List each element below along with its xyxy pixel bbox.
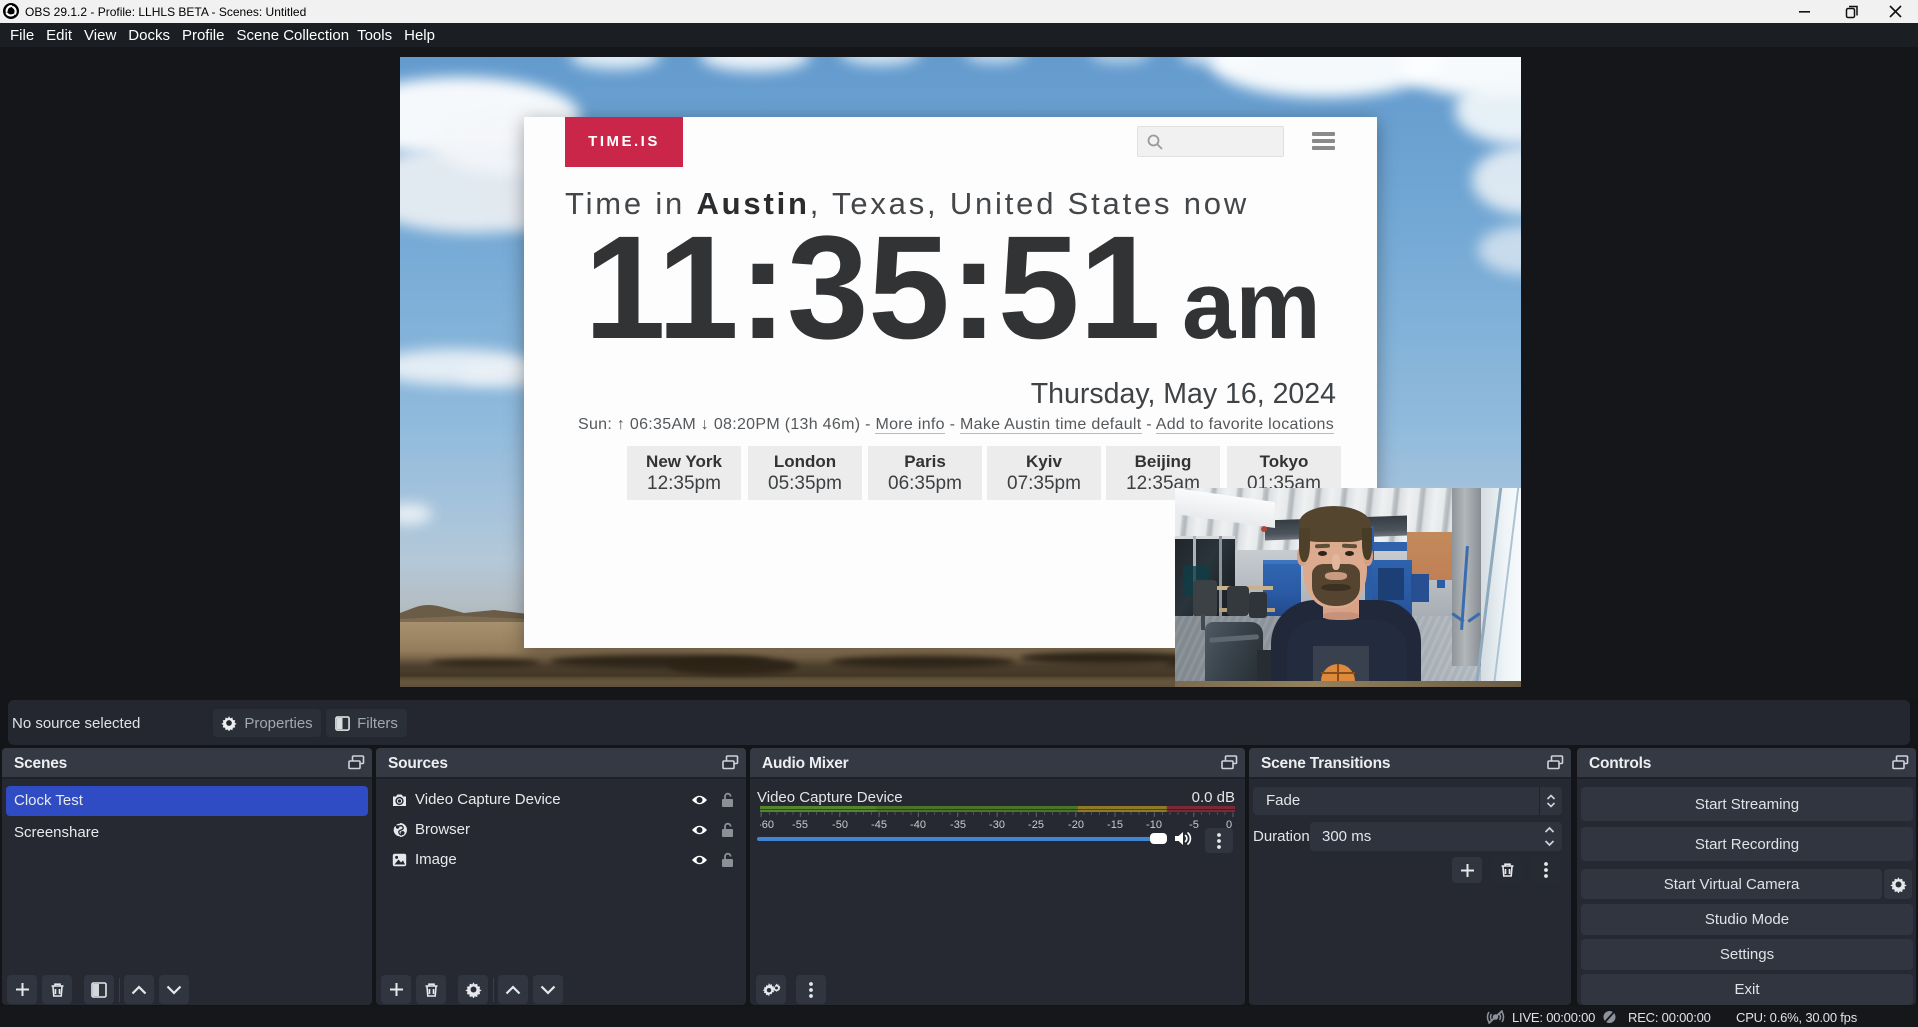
svg-text:-55: -55: [792, 819, 808, 830]
svg-text:-50: -50: [832, 819, 848, 830]
svg-text:-15: -15: [1107, 819, 1123, 830]
svg-text:-35: -35: [950, 819, 966, 830]
svg-text:-25: -25: [1028, 819, 1044, 830]
svg-text:-40: -40: [910, 819, 926, 830]
svg-text:-5: -5: [1189, 819, 1199, 830]
svg-text:-30: -30: [989, 819, 1005, 830]
svg-text:-60: -60: [760, 819, 774, 830]
svg-text:-45: -45: [871, 819, 887, 830]
svg-text:-20: -20: [1068, 819, 1084, 830]
svg-text:-10: -10: [1146, 819, 1162, 830]
